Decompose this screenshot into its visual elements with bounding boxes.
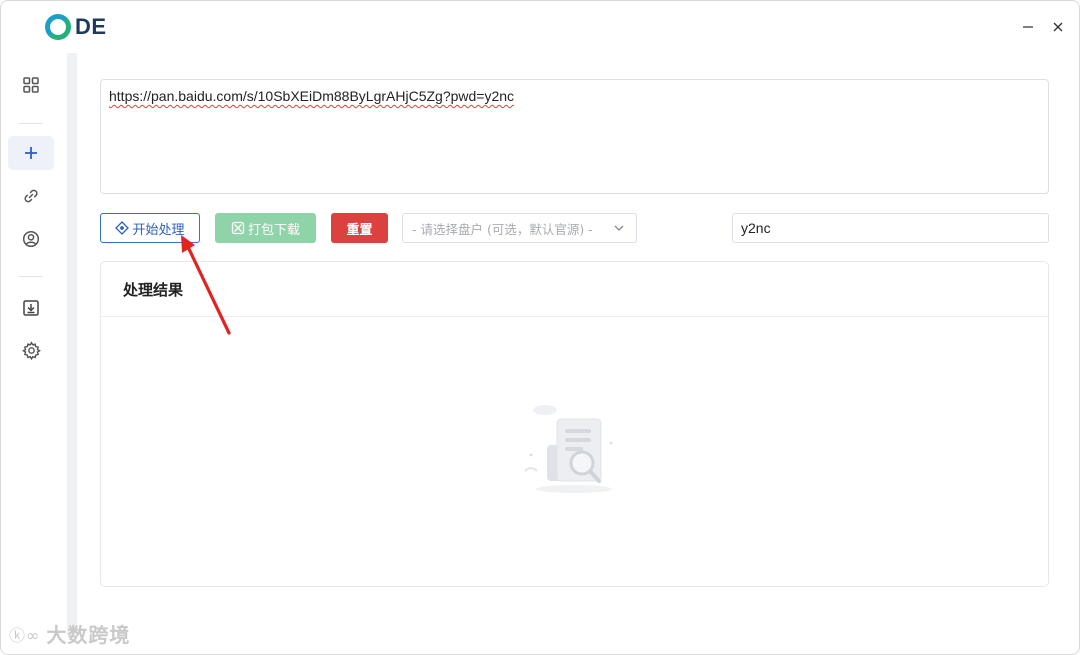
reset-button[interactable]: 重置 [331, 213, 388, 243]
result-title: 处理结果 [101, 262, 1048, 317]
download-box-icon [23, 300, 39, 316]
url-textarea[interactable]: https://pan.baidu.com/s/10SbXEiDm88ByLgr… [100, 79, 1049, 194]
password-input[interactable]: y2nc [732, 213, 1049, 243]
sidebar-item-add[interactable] [8, 136, 54, 170]
user-circle-icon [22, 230, 40, 248]
minimize-button[interactable] [1018, 17, 1038, 37]
disk-select[interactable]: - 请选择盘户 (可选，默认官源) - [402, 213, 637, 243]
close-button[interactable] [1048, 17, 1068, 37]
chevron-down-icon [612, 221, 626, 238]
reset-label: 重置 [346, 222, 373, 238]
sidebar [1, 53, 63, 654]
grid-icon [23, 77, 39, 93]
disk-select-placeholder: - 请选择盘户 (可选，默认官源) - [412, 221, 593, 237]
start-process-label: 开始处理 [132, 222, 185, 238]
sidebar-item-settings[interactable] [8, 333, 54, 367]
pack-download-button[interactable]: 打包下载 [215, 213, 316, 243]
app-window: DE https://pan.baidu.com/s/10SbXEiDm88By… [0, 0, 1080, 655]
logo-text: DE [75, 14, 107, 39]
pack-icon [231, 221, 245, 235]
sidebar-divider [19, 276, 43, 277]
app-logo: DE [45, 14, 107, 40]
sidebar-item-dashboard[interactable] [8, 68, 54, 102]
link-icon [24, 189, 38, 203]
sidebar-item-links[interactable] [8, 179, 54, 213]
close-icon [1053, 22, 1063, 32]
plus-icon [25, 147, 37, 159]
start-process-button[interactable]: 开始处理 [100, 213, 200, 243]
empty-state-illustration-icon [519, 397, 629, 501]
result-card: 处理结果 [100, 261, 1049, 587]
pack-download-label: 打包下载 [247, 222, 300, 238]
password-value: y2nc [741, 220, 771, 236]
minimize-icon [1023, 26, 1033, 28]
watermark: ⓚ∞ 大数跨境 [9, 619, 130, 648]
url-text: https://pan.baidu.com/s/10SbXEiDm88ByLgr… [109, 88, 515, 104]
sidebar-item-account[interactable] [8, 222, 54, 256]
title-bar: DE [1, 1, 1079, 53]
watermark-logo: ⓚ∞ [9, 625, 41, 645]
process-icon [115, 221, 130, 235]
sidebar-item-downloads[interactable] [8, 291, 54, 325]
sidebar-divider [19, 123, 43, 124]
watermark-text: 大数跨境 [46, 623, 131, 647]
gear-icon [21, 340, 41, 360]
logo-ring-icon [45, 14, 71, 40]
